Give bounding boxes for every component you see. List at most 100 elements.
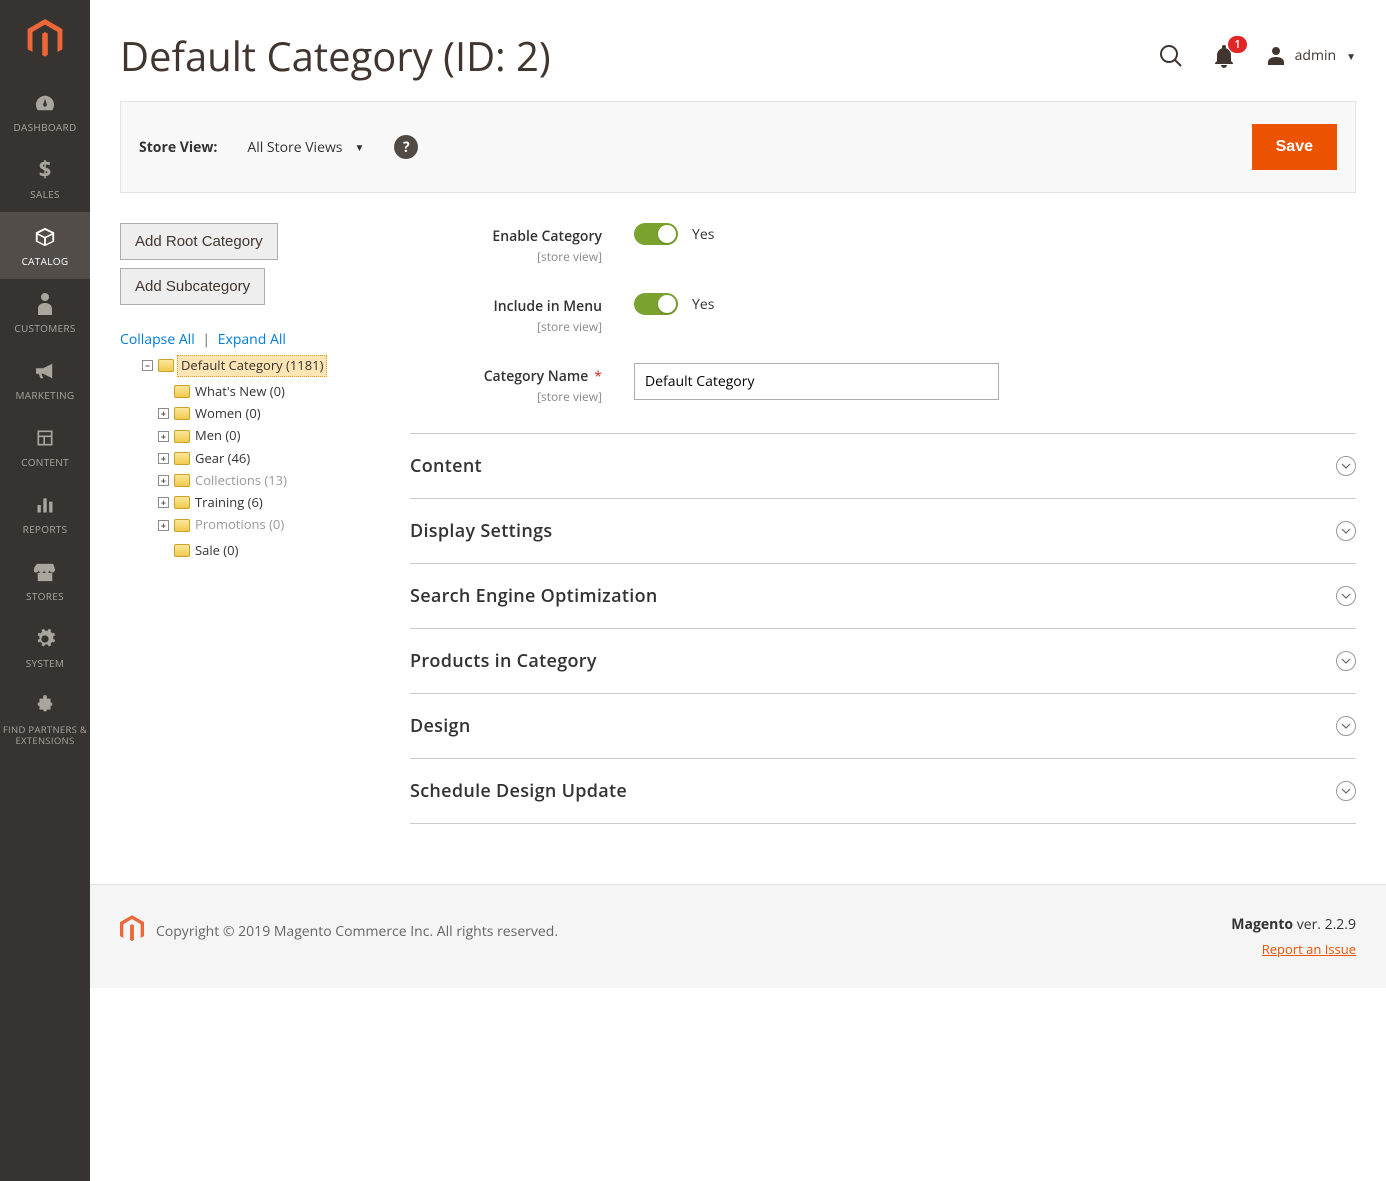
tree-node-label: Collections (13) [193,471,289,491]
field-scope: [store view] [410,248,602,265]
version-text: ver. 2.2.9 [1293,915,1356,934]
magento-logo[interactable] [0,0,90,78]
store-view-left: Store View: All Store Views ▼ ? [139,135,418,159]
chevron-down-icon [1336,651,1356,671]
nav-label: SYSTEM [26,657,64,669]
tree-node[interactable]: + Collections (13) [158,471,289,491]
tree-node[interactable]: + Gear (46) [158,449,252,469]
nav-stores[interactable]: STORES [0,547,90,614]
footer-left: Copyright © 2019 Magento Commerce Inc. A… [120,915,558,948]
folder-icon [174,544,190,557]
tree-node-label: Gear (46) [193,449,252,469]
chevron-down-icon [1336,586,1356,606]
store-view-label: Store View: [139,138,217,157]
tree-node-label: Training (6) [193,493,265,513]
include-in-menu-toggle[interactable] [634,293,678,315]
nav-customers[interactable]: CUSTOMERS [0,279,90,346]
accordion-section[interactable]: Schedule Design Update [410,759,1356,824]
person-icon [37,292,53,316]
magento-footer-logo-icon [120,915,144,948]
page-footer: Copyright © 2019 Magento Commerce Inc. A… [90,884,1386,988]
nav-label: STORES [26,590,64,602]
accordion-section[interactable]: Search Engine Optimization [410,564,1356,629]
field-enable-category: Enable Category [store view] Yes [410,223,1356,265]
tree-node[interactable]: + Men (0) [158,426,242,446]
nav-label: DASHBOARD [13,121,76,133]
help-icon[interactable]: ? [394,135,418,159]
cube-icon [34,225,56,249]
user-menu[interactable]: admin ▼ [1265,45,1356,67]
search-icon[interactable] [1159,44,1183,68]
field-scope: [store view] [410,318,602,335]
field-category-name: Category Name* [store view] [410,363,1356,405]
collapse-icon[interactable]: − [142,360,153,371]
field-label: Include in Menu [store view] [410,293,634,335]
add-root-category-button[interactable]: Add Root Category [120,223,278,260]
field-include-in-menu: Include in Menu [store view] Yes [410,293,1356,335]
accordion-title: Schedule Design Update [410,779,627,803]
toggle-value: Yes [692,225,714,244]
expand-icon[interactable]: + [158,497,169,508]
category-tree: − Default Category (1181) What's New (0)… [120,354,380,563]
store-view-select[interactable]: All Store Views ▼ [247,138,364,157]
nav-dashboard[interactable]: DASHBOARD [0,78,90,145]
category-name-input[interactable] [634,363,999,400]
store-icon [34,560,56,584]
bars-icon [35,493,55,517]
expand-icon[interactable]: + [158,408,169,419]
notifications-button[interactable]: 1 [1213,44,1235,68]
nav-label: CONTENT [21,456,69,468]
admin-sidebar: DASHBOARD $ SALES CATALOG CUSTOMERS MARK… [0,0,90,1181]
accordion-section[interactable]: Design [410,694,1356,759]
report-issue-link[interactable]: Report an Issue [1231,940,1356,958]
tree-node[interactable]: Sale (0) [158,541,240,561]
tree-node-label: Men (0) [193,426,242,446]
folder-icon [174,452,190,465]
megaphone-icon [34,359,56,383]
nav-catalog[interactable]: CATALOG [0,212,90,279]
expand-icon[interactable]: + [158,453,169,464]
tree-node[interactable]: + Women (0) [158,404,263,424]
nav-content[interactable]: CONTENT [0,413,90,480]
nav-sales[interactable]: $ SALES [0,145,90,212]
nav-system[interactable]: SYSTEM [0,614,90,681]
expand-icon[interactable]: + [158,431,169,442]
expand-icon[interactable]: + [158,520,169,531]
tree-node[interactable]: + Training (6) [158,493,265,513]
accordion-title: Content [410,454,482,478]
tree-node-label: Women (0) [193,404,263,424]
nav-reports[interactable]: REPORTS [0,480,90,547]
copyright-text: Copyright © 2019 Magento Commerce Inc. A… [156,922,558,941]
notification-badge: 1 [1228,36,1246,53]
tree-node-label: Promotions (0) [193,515,286,535]
accordion-title: Design [410,714,471,738]
tree-node-root[interactable]: − Default Category (1181) [142,355,327,377]
accordion-section[interactable]: Products in Category [410,629,1356,694]
enable-category-toggle[interactable] [634,223,678,245]
product-name: Magento [1231,915,1293,934]
collapse-all-link[interactable]: Collapse All [120,330,195,349]
tree-node[interactable]: + Promotions (0) [158,515,286,535]
tree-node[interactable]: What's New (0) [158,382,287,402]
accordion-section[interactable]: Content [410,433,1356,499]
nav-label: CUSTOMERS [14,322,75,334]
tree-node-label: Sale (0) [193,541,240,561]
accordion-title: Display Settings [410,519,552,543]
chevron-down-icon [1336,716,1356,736]
accordion-group: Content Display Settings Search Engine Opt… [410,433,1356,824]
tree-controls: Collapse All | Expand All [120,330,380,349]
accordion-title: Search Engine Optimization [410,584,658,608]
folder-icon [174,430,190,443]
add-subcategory-button[interactable]: Add Subcategory [120,268,265,305]
save-button[interactable]: Save [1252,124,1337,170]
chevron-down-icon [1336,456,1356,476]
page-header: Default Category (ID: 2) 1 admin ▼ [90,0,1386,101]
nav-marketing[interactable]: MARKETING [0,346,90,413]
caret-down-icon: ▼ [354,140,364,154]
accordion-section[interactable]: Display Settings [410,499,1356,564]
toggle-value: Yes [692,295,714,314]
nav-label: SALES [30,188,60,200]
expand-all-link[interactable]: Expand All [218,330,286,349]
expand-icon[interactable]: + [158,475,169,486]
nav-partners[interactable]: FIND PARTNERS & EXTENSIONS [0,681,90,759]
